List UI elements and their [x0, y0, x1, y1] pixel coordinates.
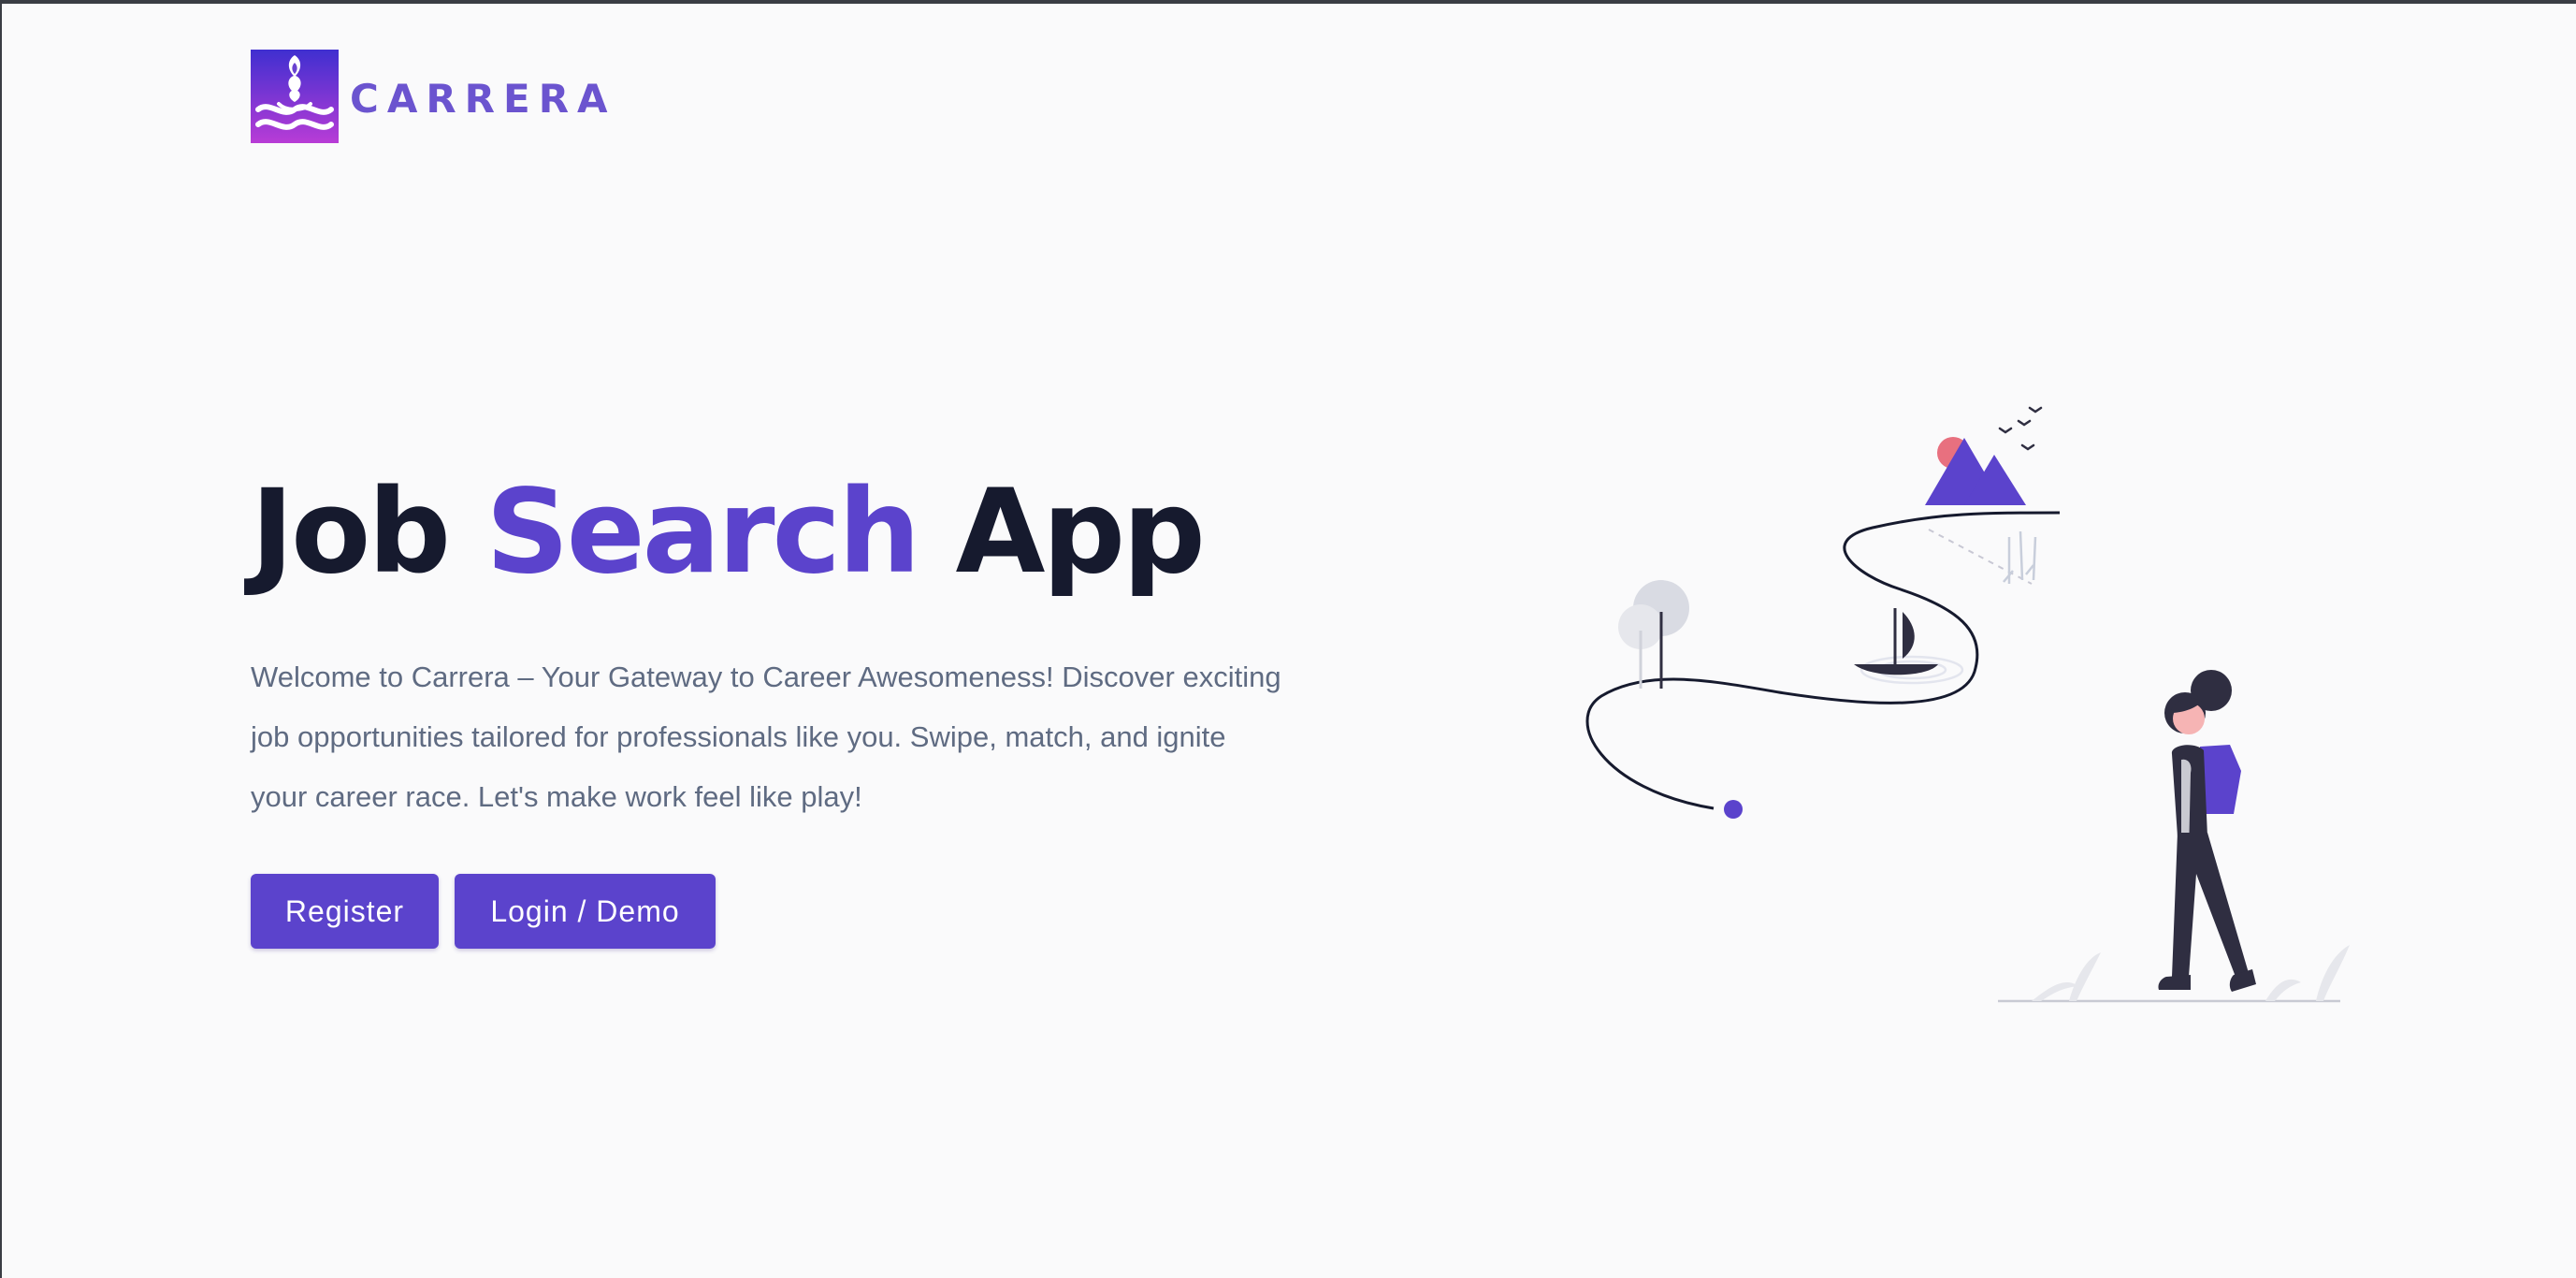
title-part-app: App: [955, 465, 1205, 600]
brand-name: CARRERA: [350, 76, 616, 122]
reflection-lines: [1928, 529, 2033, 585]
page-title: Job Search App: [251, 472, 1326, 593]
reeds-icon: [2003, 530, 2037, 584]
hero-actions: Register Login / Demo: [251, 874, 716, 949]
title-part-job: Job: [251, 465, 451, 600]
sailboat-icon: [1854, 608, 1938, 675]
register-button[interactable]: Register: [251, 874, 439, 949]
grass-icon: [2032, 945, 2350, 1001]
path-start-dot: [1724, 800, 1743, 819]
hero-section: Job Search App Welcome to Carrera – Your…: [251, 472, 1326, 827]
birds-icon: [1998, 406, 2043, 451]
woman-backpack-illustration-icon: [2158, 670, 2256, 992]
hero-description: Welcome to Carrera – Your Gateway to Car…: [251, 661, 1281, 814]
login-demo-button[interactable]: Login / Demo: [455, 874, 716, 949]
carrera-logo-icon: [251, 50, 339, 143]
home-logo-link[interactable]: CARRERA: [251, 50, 616, 143]
title-accent-search: Search: [485, 465, 920, 600]
mountains-icon: [1925, 437, 2026, 505]
winding-path: [1585, 511, 2061, 810]
tree-icon: [1618, 580, 1689, 689]
journey-illustration: [1585, 406, 2350, 1003]
navbar: CARRERA: [251, 49, 616, 144]
